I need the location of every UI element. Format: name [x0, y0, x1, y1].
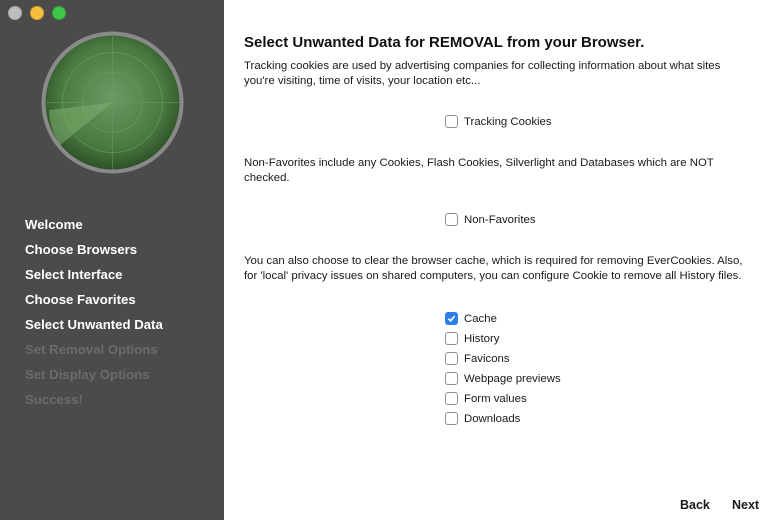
minimize-window-button[interactable] — [30, 6, 44, 20]
checkbox-box — [445, 372, 458, 385]
sidebar: Welcome Choose Browsers Select Interface… — [0, 0, 224, 520]
step-success: Success! — [25, 392, 83, 407]
step-set-display-options: Set Display Options — [25, 367, 150, 382]
form-values-checkbox[interactable]: Form values — [445, 392, 527, 405]
checkbox-box — [445, 213, 458, 226]
next-button[interactable]: Next — [732, 498, 759, 512]
wizard-steps: Welcome Choose Browsers Select Interface… — [25, 216, 163, 416]
checkbox-box — [445, 392, 458, 405]
back-button[interactable]: Back — [680, 498, 710, 512]
webpage-previews-checkbox[interactable]: Webpage previews — [445, 372, 561, 385]
checkbox-label: Form values — [464, 392, 527, 405]
checkmark-icon — [447, 315, 456, 322]
step-choose-browsers[interactable]: Choose Browsers — [25, 241, 163, 266]
checkbox-box — [445, 332, 458, 345]
checkbox-label: Downloads — [464, 412, 521, 425]
history-checkbox[interactable]: History — [445, 332, 499, 345]
checkbox-box — [445, 115, 458, 128]
checkbox-box — [445, 412, 458, 425]
checkbox-box — [445, 312, 458, 325]
cache-description: You can also choose to clear the browser… — [244, 255, 743, 283]
checkbox-label: Non-Favorites — [464, 213, 536, 226]
step-choose-favorites[interactable]: Choose Favorites — [25, 291, 163, 316]
non-favorites-checkbox[interactable]: Non-Favorites — [445, 213, 536, 226]
non-favorites-description: Non-Favorites include any Cookies, Flash… — [244, 157, 714, 185]
close-window-button[interactable] — [8, 6, 22, 20]
step-select-unwanted-data[interactable]: Select Unwanted Data — [25, 316, 163, 341]
checkbox-label: Favicons — [464, 352, 510, 365]
favicons-checkbox[interactable]: Favicons — [445, 352, 510, 365]
window-controls — [8, 6, 66, 20]
checkbox-label: History — [464, 332, 500, 345]
zoom-window-button[interactable] — [52, 6, 66, 20]
radar-logo-icon — [41, 31, 184, 174]
checkbox-label: Tracking Cookies — [464, 115, 552, 128]
checkbox-label: Webpage previews — [464, 372, 561, 385]
step-select-interface[interactable]: Select Interface — [25, 266, 163, 291]
tracking-cookies-checkbox[interactable]: Tracking Cookies — [445, 115, 552, 128]
step-welcome[interactable]: Welcome — [25, 216, 163, 241]
cache-checkbox[interactable]: Cache — [445, 312, 497, 325]
step-set-removal-options: Set Removal Options — [25, 342, 158, 357]
main-panel: Select Unwanted Data for REMOVAL from yo… — [244, 0, 773, 520]
tracking-description: Tracking cookies are used by advertising… — [244, 60, 721, 88]
checkbox-label: Cache — [464, 312, 497, 325]
downloads-checkbox[interactable]: Downloads — [445, 412, 520, 425]
page-title: Select Unwanted Data for REMOVAL from yo… — [244, 34, 645, 51]
checkbox-box — [445, 352, 458, 365]
